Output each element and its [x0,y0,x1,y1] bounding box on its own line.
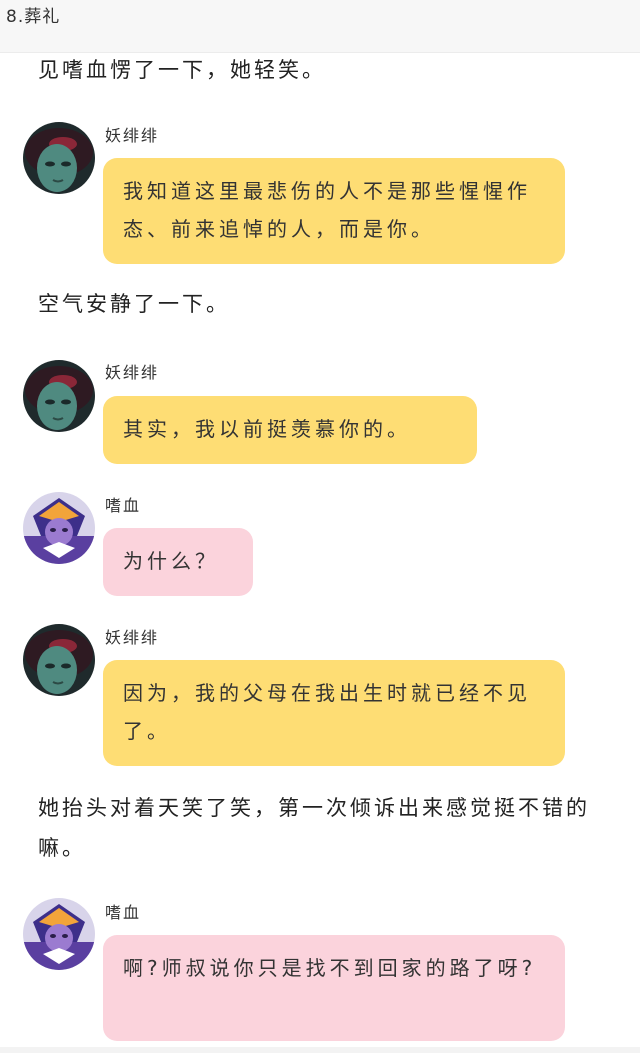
chat-bubble: 我知道这里最悲伤的人不是那些惺惺作态、前来追悼的人，而是你。 [103,158,565,264]
speaker-name: 妖绯绯 [105,363,160,382]
speaker-name: 妖绯绯 [105,126,160,145]
speaker-name: 嗜血 [105,903,142,922]
speaker-name: 嗜血 [105,496,142,515]
chat-bubble: 其实，我以前挺羡慕你的。 [103,396,477,464]
narration-line: 空气安静了一下。 [38,292,230,316]
green-face-avatar-icon[interactable] [23,360,95,432]
message-text: 啊?师叔说你只是找不到回家的路了呀? [123,956,537,980]
purple-helmet-avatar-icon[interactable] [23,898,95,970]
speaker-name: 妖绯绯 [105,628,160,647]
chat-bubble: 为什么？ [103,528,253,596]
chat-bubble: 啊?师叔说你只是找不到回家的路了呀? [103,935,565,1041]
green-face-avatar-icon[interactable] [23,122,95,194]
message-text: 我知道这里最悲伤的人不是那些惺惺作态、前来追悼的人，而是你。 [123,179,531,241]
message-text: 其实，我以前挺羡慕你的。 [123,417,411,441]
bottom-divider [0,1047,640,1053]
message-text: 因为，我的父母在我出生时就已经不见了。 [123,681,531,743]
narration-line: 她抬头对着天笑了笑，第一次倾诉出来感觉挺不错的嘛。 [38,796,590,860]
chat-bubble: 因为，我的父母在我出生时就已经不见了。 [103,660,565,766]
chapter-title: 8.葬礼 [6,7,61,27]
top-bar: 8.葬礼 [0,0,640,53]
narration-line: 见嗜血愣了一下，她轻笑。 [38,58,326,82]
green-face-avatar-icon[interactable] [23,624,95,696]
purple-helmet-avatar-icon[interactable] [23,492,95,564]
message-text: 为什么？ [123,549,219,573]
